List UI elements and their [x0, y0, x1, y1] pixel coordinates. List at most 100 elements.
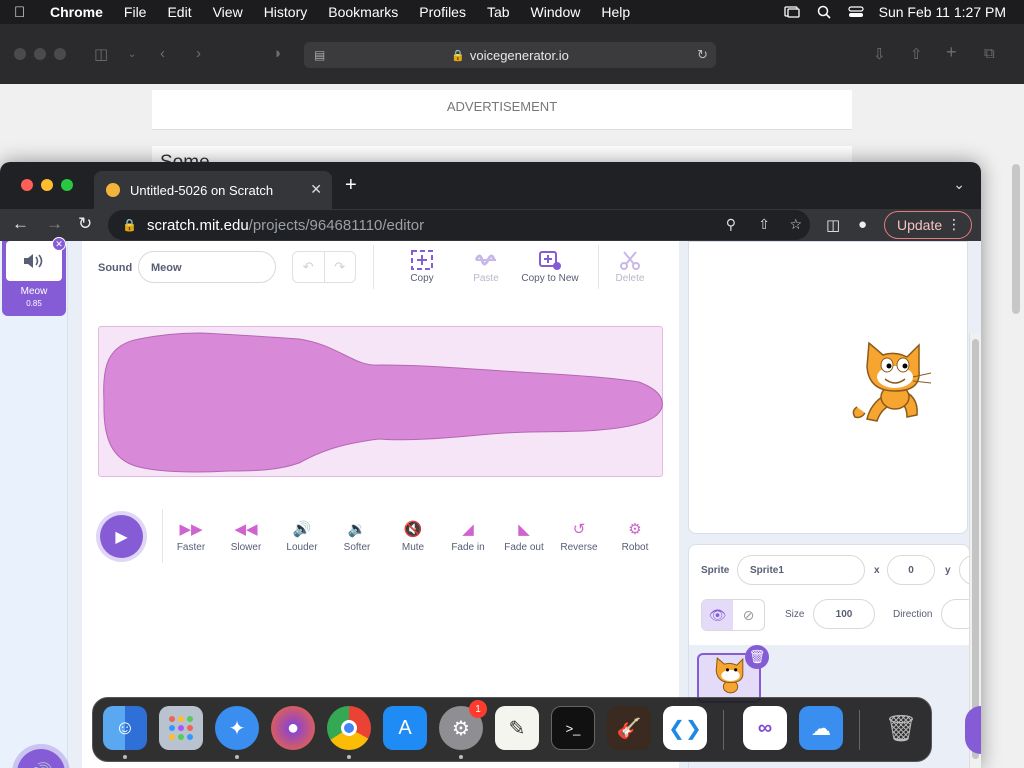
safari-minimize-button[interactable]: [34, 48, 46, 60]
privacy-shield-icon[interactable]: ◑: [272, 45, 281, 62]
search-icon[interactable]: ⚲: [726, 216, 736, 233]
show-sprite-eye-icon[interactable]: 👁: [702, 600, 733, 630]
update-button[interactable]: Update ⋮: [884, 211, 972, 239]
system-settings-icon[interactable]: ⚙ 1: [439, 700, 487, 750]
hide-sprite-eye-icon[interactable]: ⊘: [733, 600, 764, 630]
spotlight-search-icon[interactable]: [815, 5, 833, 19]
textedit-icon[interactable]: ✎: [495, 706, 539, 750]
menu-help[interactable]: Help: [601, 4, 630, 20]
chrome-icon[interactable]: [327, 706, 371, 750]
omnibox[interactable]: 🔒 scratch.mit.edu/projects/964681110/edi…: [108, 210, 810, 240]
safari-icon[interactable]: ✦: [215, 706, 259, 750]
size-input[interactable]: 100: [813, 599, 875, 629]
safari-address-bar[interactable]: ▤ 🔒 voicegenerator.io ↻: [304, 42, 716, 68]
delete-button[interactable]: Delete: [595, 249, 665, 284]
side-panel-icon[interactable]: ◫: [826, 216, 840, 234]
delete-sprite-icon[interactable]: 🗑: [745, 645, 769, 669]
menu-history[interactable]: History: [264, 4, 308, 20]
sound-item-meow[interactable]: 1 Meow 0.85 ✕: [2, 237, 66, 316]
garageband-icon[interactable]: 🎸: [607, 706, 651, 750]
new-tab-button[interactable]: +: [345, 174, 357, 197]
forward-arrow-icon[interactable]: →: [46, 214, 63, 234]
tab-overview-icon[interactable]: ⧉: [984, 45, 995, 62]
share-icon[interactable]: ⇧: [758, 216, 770, 233]
menu-bookmarks[interactable]: Bookmarks: [328, 4, 398, 20]
site-info-lock-icon[interactable]: 🔒: [122, 218, 137, 232]
effect-faster-button[interactable]: ▶▶ Faster: [163, 520, 219, 553]
menu-edit[interactable]: Edit: [167, 4, 191, 20]
vscode-icon[interactable]: ❮❯: [663, 706, 707, 750]
add-sound-button[interactable]: 🔊: [17, 749, 65, 768]
menu-profiles[interactable]: Profiles: [419, 4, 466, 20]
trash-icon[interactable]: 🗑: [879, 706, 923, 750]
copy-button[interactable]: Copy: [387, 249, 457, 284]
chevron-down-icon[interactable]: ⌄: [128, 49, 136, 60]
app-store-icon[interactable]: A: [383, 706, 427, 750]
share-icon[interactable]: ⇧: [910, 45, 923, 63]
sprite-thumbnail-sprite1[interactable]: 🗑: [697, 645, 769, 703]
back-arrow-icon[interactable]: ←: [12, 214, 29, 234]
redo-icon[interactable]: ↷: [325, 252, 356, 282]
scratch-cat-sprite[interactable]: [847, 337, 937, 427]
paste-button[interactable]: Paste: [451, 249, 521, 284]
reload-icon[interactable]: ↻: [697, 47, 708, 63]
menu-view[interactable]: View: [213, 4, 243, 20]
tab-search-chevron-icon[interactable]: ⌄: [953, 176, 965, 193]
chrome-minimize-button[interactable]: [41, 179, 53, 191]
menu-app-name[interactable]: Chrome: [50, 4, 103, 20]
undo-icon[interactable]: ↶: [293, 252, 325, 282]
page-scrollbar-thumb[interactable]: [972, 339, 979, 759]
effect-fade-in-button[interactable]: ◢ Fade in: [440, 520, 496, 553]
menu-tab[interactable]: Tab: [487, 4, 510, 20]
chrome-zoom-button[interactable]: [61, 179, 73, 191]
profile-icon[interactable]: ●: [858, 216, 867, 233]
sound-name-input[interactable]: Meow: [138, 251, 276, 283]
visual-studio-icon[interactable]: ∞: [743, 706, 787, 750]
x-position-input[interactable]: 0: [887, 555, 935, 585]
weather-icon[interactable]: ☁: [799, 706, 843, 750]
effect-fade-out-button[interactable]: ◣ Fade out: [496, 520, 552, 553]
chrome-close-button[interactable]: [21, 179, 33, 191]
effect-mute-button[interactable]: 🔇 Mute: [385, 520, 441, 553]
delete-sound-icon[interactable]: ✕: [52, 237, 66, 251]
safari-scrollbar[interactable]: [1012, 164, 1020, 314]
menu-file[interactable]: File: [124, 4, 147, 20]
effect-softer-button[interactable]: 🔉 Softer: [329, 520, 385, 553]
page-scrollbar[interactable]: [969, 333, 981, 768]
effect-reverse-button[interactable]: ↺ Reverse: [551, 520, 607, 553]
safari-close-button[interactable]: [14, 48, 26, 60]
back-icon[interactable]: ‹: [160, 45, 165, 62]
bookmark-star-icon[interactable]: ☆: [789, 216, 802, 233]
effect-robot-button[interactable]: ⚙ Robot: [607, 520, 663, 553]
screen-mirroring-icon[interactable]: [783, 5, 801, 19]
reload-icon[interactable]: ↻: [78, 214, 92, 234]
sidebar-icon[interactable]: ◫: [94, 45, 108, 63]
play-icon: ▶: [115, 528, 128, 546]
firefox-icon[interactable]: ●: [271, 706, 315, 750]
mute-icon: 🔇: [403, 521, 423, 538]
tab-close-icon[interactable]: ✕: [310, 181, 322, 198]
terminal-icon[interactable]: >_: [551, 706, 595, 750]
launchpad-icon[interactable]: [159, 706, 203, 750]
forward-icon[interactable]: ›: [196, 45, 201, 62]
more-menu-icon[interactable]: ⋮: [947, 216, 961, 233]
effect-slower-button[interactable]: ◀◀ Slower: [218, 520, 274, 553]
waveform-display[interactable]: [98, 326, 663, 477]
stage[interactable]: [688, 241, 968, 534]
finder-icon[interactable]: ☺: [103, 706, 147, 750]
apple-menu-icon[interactable]: : [14, 4, 32, 21]
scratch-favicon-icon: [106, 183, 120, 197]
downloads-icon[interactable]: ⇩: [873, 45, 886, 63]
add-sprite-button[interactable]: [965, 706, 981, 754]
running-indicator: [123, 755, 127, 759]
copy-to-new-button[interactable]: Copy to New: [515, 249, 585, 284]
sprite-name-input[interactable]: Sprite1: [737, 555, 865, 585]
control-center-icon[interactable]: [847, 5, 865, 19]
safari-zoom-button[interactable]: [54, 48, 66, 60]
menu-window[interactable]: Window: [531, 4, 581, 20]
clock-datetime[interactable]: Sun Feb 11 1:27 PM: [879, 4, 1006, 20]
effect-louder-button[interactable]: 🔊 Louder: [274, 520, 330, 553]
play-sound-button[interactable]: ▶: [100, 515, 143, 558]
new-tab-icon[interactable]: +: [946, 42, 957, 63]
tab-scratch[interactable]: Untitled-5026 on Scratch ✕: [94, 171, 332, 209]
